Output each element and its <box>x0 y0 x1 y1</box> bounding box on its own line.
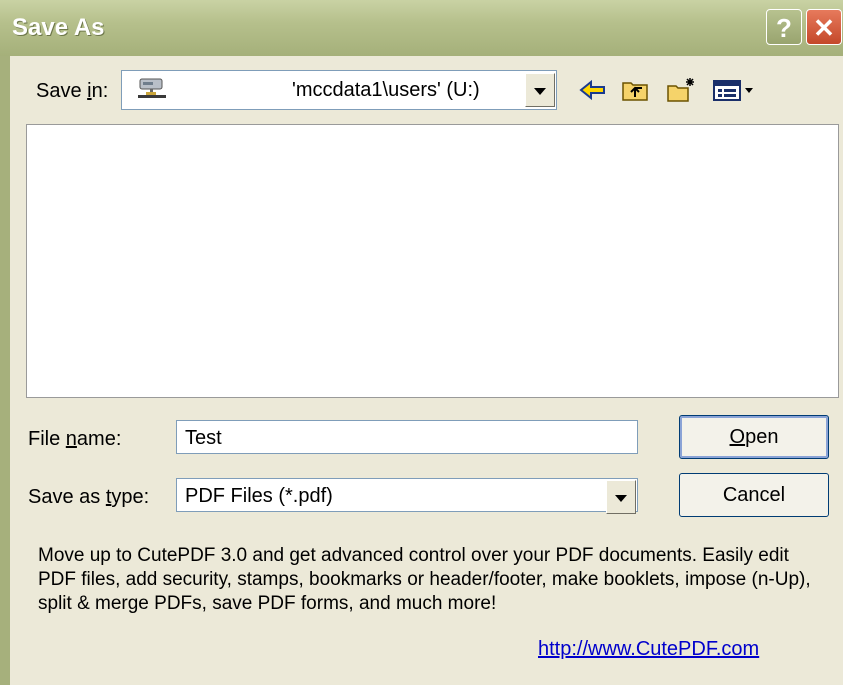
promo-text: Move up to CutePDF 3.0 and get advanced … <box>38 545 811 614</box>
window-frame-left <box>0 56 10 685</box>
save-in-label: Save in: <box>36 80 109 102</box>
save-in-dropdown-button[interactable] <box>525 73 555 107</box>
file-list-view[interactable] <box>26 124 839 398</box>
network-drive-icon <box>138 78 166 98</box>
back-arrow-icon[interactable] <box>578 76 608 104</box>
cutepdf-link[interactable]: http://www.CutePDF.com <box>538 638 759 661</box>
save-in-value: 'mccdata1\users' (U:) <box>292 79 480 101</box>
help-button[interactable]: ? <box>766 9 802 45</box>
save-in-combobox[interactable]: 'mccdata1\users' (U:) <box>121 70 557 110</box>
save-as-type-label: Save as type: <box>28 486 150 508</box>
up-folder-icon[interactable] <box>620 76 650 104</box>
save-as-type-value: PDF Files (*.pdf) <box>185 485 333 507</box>
views-menu-icon[interactable] <box>712 76 764 104</box>
new-folder-icon[interactable] <box>666 76 696 104</box>
file-name-label: File name: <box>28 428 122 450</box>
close-button[interactable]: ✕ <box>806 9 842 45</box>
cancel-button[interactable]: Cancel <box>679 473 829 517</box>
window-title: Save As <box>12 14 105 41</box>
save-as-dialog: Save As ? ✕ Save in: 'mccdata1\users' (U… <box>0 0 843 685</box>
open-button[interactable]: Open <box>679 415 829 459</box>
file-name-input[interactable]: Test <box>176 420 638 454</box>
save-as-type-combobox[interactable]: PDF Files (*.pdf) <box>176 478 638 512</box>
title-bar[interactable]: Save As ? ✕ <box>0 0 843 56</box>
save-as-type-dropdown-button[interactable] <box>606 480 636 514</box>
